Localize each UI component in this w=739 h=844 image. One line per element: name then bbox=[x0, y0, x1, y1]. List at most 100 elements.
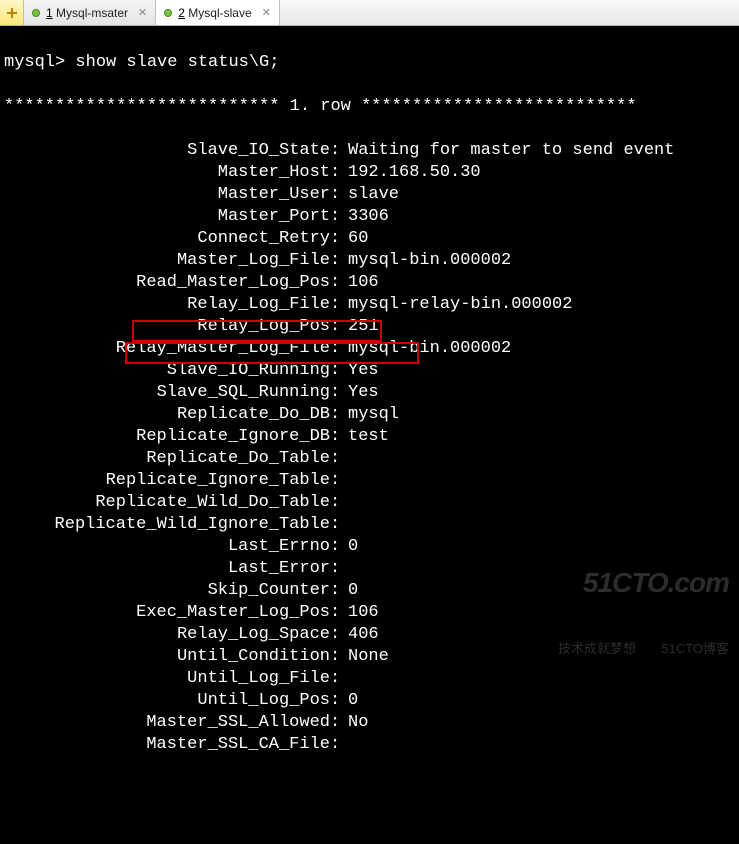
tab-label: Mysql-slave bbox=[188, 6, 251, 20]
new-tab-button[interactable] bbox=[0, 0, 24, 25]
field-value bbox=[348, 668, 735, 690]
plus-icon bbox=[6, 7, 18, 19]
command-line: mysql> show slave status\G; bbox=[4, 52, 735, 74]
status-row: Replicate_Ignore_DB: test bbox=[4, 426, 735, 448]
status-row: Until_Log_Pos: 0 bbox=[4, 690, 735, 712]
field-key: Relay_Master_Log_File bbox=[4, 338, 330, 360]
field-value: 251 bbox=[348, 316, 735, 338]
field-value: No bbox=[348, 712, 735, 734]
field-key: Master_SSL_Allowed bbox=[4, 712, 330, 734]
tab-bar: 1 Mysql-msater ✕ 2 Mysql-slave ✕ bbox=[0, 0, 739, 26]
field-key: Relay_Log_Space bbox=[4, 624, 330, 646]
status-row: Relay_Master_Log_File: mysql-bin.000002 bbox=[4, 338, 735, 360]
status-row: Master_SSL_CA_File: bbox=[4, 734, 735, 756]
field-key: Connect_Retry bbox=[4, 228, 330, 250]
status-row: Slave_IO_Running: Yes bbox=[4, 360, 735, 382]
status-row: Relay_Log_File: mysql-relay-bin.000002 bbox=[4, 294, 735, 316]
field-key: Relay_Log_Pos bbox=[4, 316, 330, 338]
field-key: Replicate_Do_Table bbox=[4, 448, 330, 470]
status-row: Relay_Log_Space: 406 bbox=[4, 624, 735, 646]
field-value bbox=[348, 514, 735, 536]
field-value: test bbox=[348, 426, 735, 448]
status-row: Until_Log_File: bbox=[4, 668, 735, 690]
field-value: Yes bbox=[348, 382, 735, 404]
field-value: 0 bbox=[348, 536, 735, 558]
status-row: Skip_Counter: 0 bbox=[4, 580, 735, 602]
field-key: Replicate_Ignore_DB bbox=[4, 426, 330, 448]
tab-mysql-slave[interactable]: 2 Mysql-slave ✕ bbox=[156, 0, 280, 25]
status-dot-icon bbox=[32, 9, 40, 17]
tab-mysql-master[interactable]: 1 Mysql-msater ✕ bbox=[24, 0, 156, 25]
terminal-output: mysql> show slave status\G; ************… bbox=[0, 26, 739, 692]
status-row: Slave_SQL_Running: Yes bbox=[4, 382, 735, 404]
field-value: slave bbox=[348, 184, 735, 206]
field-key: Read_Master_Log_Pos bbox=[4, 272, 330, 294]
field-key: Replicate_Wild_Ignore_Table bbox=[4, 514, 330, 536]
field-value: 106 bbox=[348, 272, 735, 294]
close-icon[interactable]: ✕ bbox=[138, 6, 147, 19]
status-row: Last_Error: bbox=[4, 558, 735, 580]
field-value bbox=[348, 470, 735, 492]
field-value: None bbox=[348, 646, 735, 668]
field-key: Slave_IO_State bbox=[4, 140, 330, 162]
status-row: Master_Log_File: mysql-bin.000002 bbox=[4, 250, 735, 272]
field-key: Master_User bbox=[4, 184, 330, 206]
field-value: 60 bbox=[348, 228, 735, 250]
field-value: 3306 bbox=[348, 206, 735, 228]
status-row: Replicate_Wild_Do_Table: bbox=[4, 492, 735, 514]
field-value bbox=[348, 492, 735, 514]
field-key: Relay_Log_File bbox=[4, 294, 330, 316]
field-value: 0 bbox=[348, 580, 735, 602]
field-value: 192.168.50.30 bbox=[348, 162, 735, 184]
field-value: Yes bbox=[348, 360, 735, 382]
status-row: Connect_Retry: 60 bbox=[4, 228, 735, 250]
field-value: 406 bbox=[348, 624, 735, 646]
field-value bbox=[348, 448, 735, 470]
status-row: Slave_IO_State: Waiting for master to se… bbox=[4, 140, 735, 162]
row-separator: *************************** 1. row *****… bbox=[4, 96, 735, 118]
field-value: Waiting for master to send event bbox=[348, 140, 735, 162]
field-key: Last_Error bbox=[4, 558, 330, 580]
field-key: Master_Host bbox=[4, 162, 330, 184]
field-value: 0 bbox=[348, 690, 735, 712]
command-text: show slave status\G; bbox=[75, 53, 279, 72]
status-row: Replicate_Do_DB: mysql bbox=[4, 404, 735, 426]
field-key: Master_SSL_CA_File bbox=[4, 734, 330, 756]
tab-index: 1 bbox=[46, 6, 53, 20]
field-value bbox=[348, 558, 735, 580]
status-row: Replicate_Wild_Ignore_Table: bbox=[4, 514, 735, 536]
tab-label: Mysql-msater bbox=[56, 6, 128, 20]
field-value: 106 bbox=[348, 602, 735, 624]
field-key: Master_Log_File bbox=[4, 250, 330, 272]
field-value bbox=[348, 734, 735, 756]
field-key: Until_Log_Pos bbox=[4, 690, 330, 712]
field-key: Replicate_Wild_Do_Table bbox=[4, 492, 330, 514]
field-key: Until_Log_File bbox=[4, 668, 330, 690]
status-row: Read_Master_Log_Pos: 106 bbox=[4, 272, 735, 294]
field-key: Slave_IO_Running bbox=[4, 360, 330, 382]
status-row: Last_Errno: 0 bbox=[4, 536, 735, 558]
field-value: mysql-bin.000002 bbox=[348, 250, 735, 272]
status-row: Master_Port: 3306 bbox=[4, 206, 735, 228]
field-value: mysql-relay-bin.000002 bbox=[348, 294, 735, 316]
field-key: Replicate_Do_DB bbox=[4, 404, 330, 426]
status-row: Master_SSL_Allowed: No bbox=[4, 712, 735, 734]
field-key: Master_Port bbox=[4, 206, 330, 228]
field-key: Replicate_Ignore_Table bbox=[4, 470, 330, 492]
status-row: Master_User: slave bbox=[4, 184, 735, 206]
status-row: Until_Condition: None bbox=[4, 646, 735, 668]
status-row: Exec_Master_Log_Pos: 106 bbox=[4, 602, 735, 624]
field-key: Until_Condition bbox=[4, 646, 330, 668]
status-row: Replicate_Ignore_Table: bbox=[4, 470, 735, 492]
tab-index: 2 bbox=[178, 6, 185, 20]
field-key: Last_Errno bbox=[4, 536, 330, 558]
field-key: Skip_Counter bbox=[4, 580, 330, 602]
field-value: mysql bbox=[348, 404, 735, 426]
field-value: mysql-bin.000002 bbox=[348, 338, 735, 360]
status-row: Master_Host: 192.168.50.30 bbox=[4, 162, 735, 184]
status-row: Relay_Log_Pos: 251 bbox=[4, 316, 735, 338]
close-icon[interactable]: ✕ bbox=[262, 6, 271, 19]
field-key: Slave_SQL_Running bbox=[4, 382, 330, 404]
status-row: Replicate_Do_Table: bbox=[4, 448, 735, 470]
field-key: Exec_Master_Log_Pos bbox=[4, 602, 330, 624]
